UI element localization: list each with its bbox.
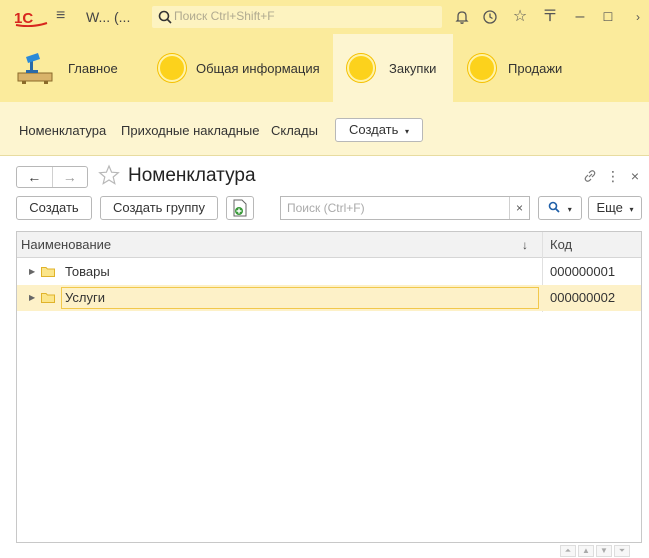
row-code: 000000002	[550, 290, 616, 305]
more-icon[interactable]: 〒	[540, 7, 560, 27]
create-button[interactable]: Создать	[16, 196, 92, 220]
form-close-icon[interactable]: ×	[628, 166, 642, 186]
folder-icon	[41, 267, 55, 277]
bell-icon[interactable]	[452, 7, 472, 27]
forward-button[interactable]: →	[51, 167, 88, 187]
document-add-icon	[233, 199, 247, 217]
section-main[interactable]: Главное	[16, 34, 136, 102]
search-field: ×	[280, 196, 530, 220]
search-icon	[548, 201, 560, 213]
expand-icon[interactable]: ▶	[29, 259, 35, 285]
search-options-button[interactable]: ▾	[538, 196, 582, 220]
clear-search-icon[interactable]: ×	[509, 197, 529, 219]
scroll-down-icon[interactable]: ▼	[596, 545, 612, 557]
scroll-bottom-icon[interactable]: ⏷	[614, 545, 630, 557]
table-row[interactable]: ▶ Товары 000000001	[17, 259, 641, 285]
section-sales[interactable]: Продажи	[468, 34, 588, 102]
row-name: Товары	[65, 264, 110, 279]
table-row[interactable]: ▶ Услуги 000000002	[17, 285, 641, 311]
section-general-info[interactable]: Общая информация	[158, 34, 328, 102]
more-button[interactable]: Еще ▾	[588, 196, 642, 220]
function-panel: Номенклатура Приходные накладные Склады …	[0, 102, 649, 156]
function-create-label: Создать	[348, 122, 399, 137]
function-create-button[interactable]: Создать ▾	[335, 118, 423, 142]
table-header: Наименование ↓ Код	[17, 232, 641, 258]
app-logo-icon[interactable]: 1С	[14, 9, 48, 27]
section-main-label: Главное	[68, 60, 118, 76]
link-receipt-invoices[interactable]: Приходные накладные	[121, 123, 259, 138]
section-purchases-label: Закупки	[389, 60, 437, 76]
back-button[interactable]: ←	[17, 167, 52, 187]
global-search-input[interactable]: Поиск Ctrl+Shift+F	[152, 6, 442, 28]
window-title: W... (...	[86, 9, 131, 25]
section-circle-icon	[347, 54, 375, 82]
link-icon[interactable]	[580, 166, 600, 186]
section-purchases[interactable]: Закупки	[333, 34, 453, 102]
row-code: 000000001	[550, 264, 616, 279]
maximize-icon[interactable]: ☐	[598, 7, 618, 27]
desk-lamp-icon	[17, 53, 53, 84]
section-circle-icon	[468, 54, 496, 82]
section-general-info-label: Общая информация	[196, 60, 320, 76]
folder-icon	[41, 293, 55, 303]
title-bar: 1С ≡ W... (... Поиск Ctrl+Shift+F ☆ 〒 – …	[0, 0, 649, 34]
row-name: Услуги	[65, 290, 105, 305]
link-nomenclature[interactable]: Номенклатура	[19, 123, 106, 138]
form-more-icon[interactable]: ⋮	[606, 166, 620, 186]
nomenclature-table: Наименование ↓ Код ▶ Товары 000000001 ▶ …	[16, 231, 642, 543]
sort-arrow-icon: ↓	[522, 238, 528, 252]
expand-icon[interactable]: ▶	[29, 285, 35, 311]
more-button-label: Еще	[596, 200, 623, 215]
chevron-down-icon: ▾	[567, 205, 572, 214]
history-icon[interactable]	[480, 7, 500, 27]
star-icon[interactable]: ☆	[510, 7, 530, 27]
report-button[interactable]	[226, 196, 254, 220]
search-input[interactable]	[281, 197, 501, 219]
scroll-up-icon[interactable]: ▲	[578, 545, 594, 557]
create-group-button[interactable]: Создать группу	[100, 196, 218, 220]
scroll-top-icon[interactable]: ⏶	[560, 545, 576, 557]
sections-panel: Главное Общая информация Закупки Продажи	[0, 34, 649, 102]
link-warehouses[interactable]: Склады	[271, 123, 318, 138]
page-title: Номенклатура	[128, 165, 256, 186]
section-sales-label: Продажи	[508, 60, 563, 76]
minimize-icon[interactable]: –	[570, 7, 590, 27]
close-icon[interactable]: ›	[628, 7, 648, 27]
navigation-buttons: ← →	[16, 166, 88, 188]
section-circle-icon	[158, 54, 186, 82]
menu-icon[interactable]: ≡	[56, 8, 72, 24]
global-search-placeholder: Поиск Ctrl+Shift+F	[174, 9, 275, 23]
column-header-code[interactable]: Код	[550, 232, 572, 258]
chevron-down-icon: ▾	[629, 205, 634, 214]
chevron-down-icon: ▾	[405, 127, 410, 136]
search-icon	[158, 10, 172, 24]
column-header-name[interactable]: Наименование	[21, 232, 111, 258]
favorite-star-icon[interactable]	[98, 164, 120, 186]
selected-cell: Услуги	[61, 287, 539, 309]
